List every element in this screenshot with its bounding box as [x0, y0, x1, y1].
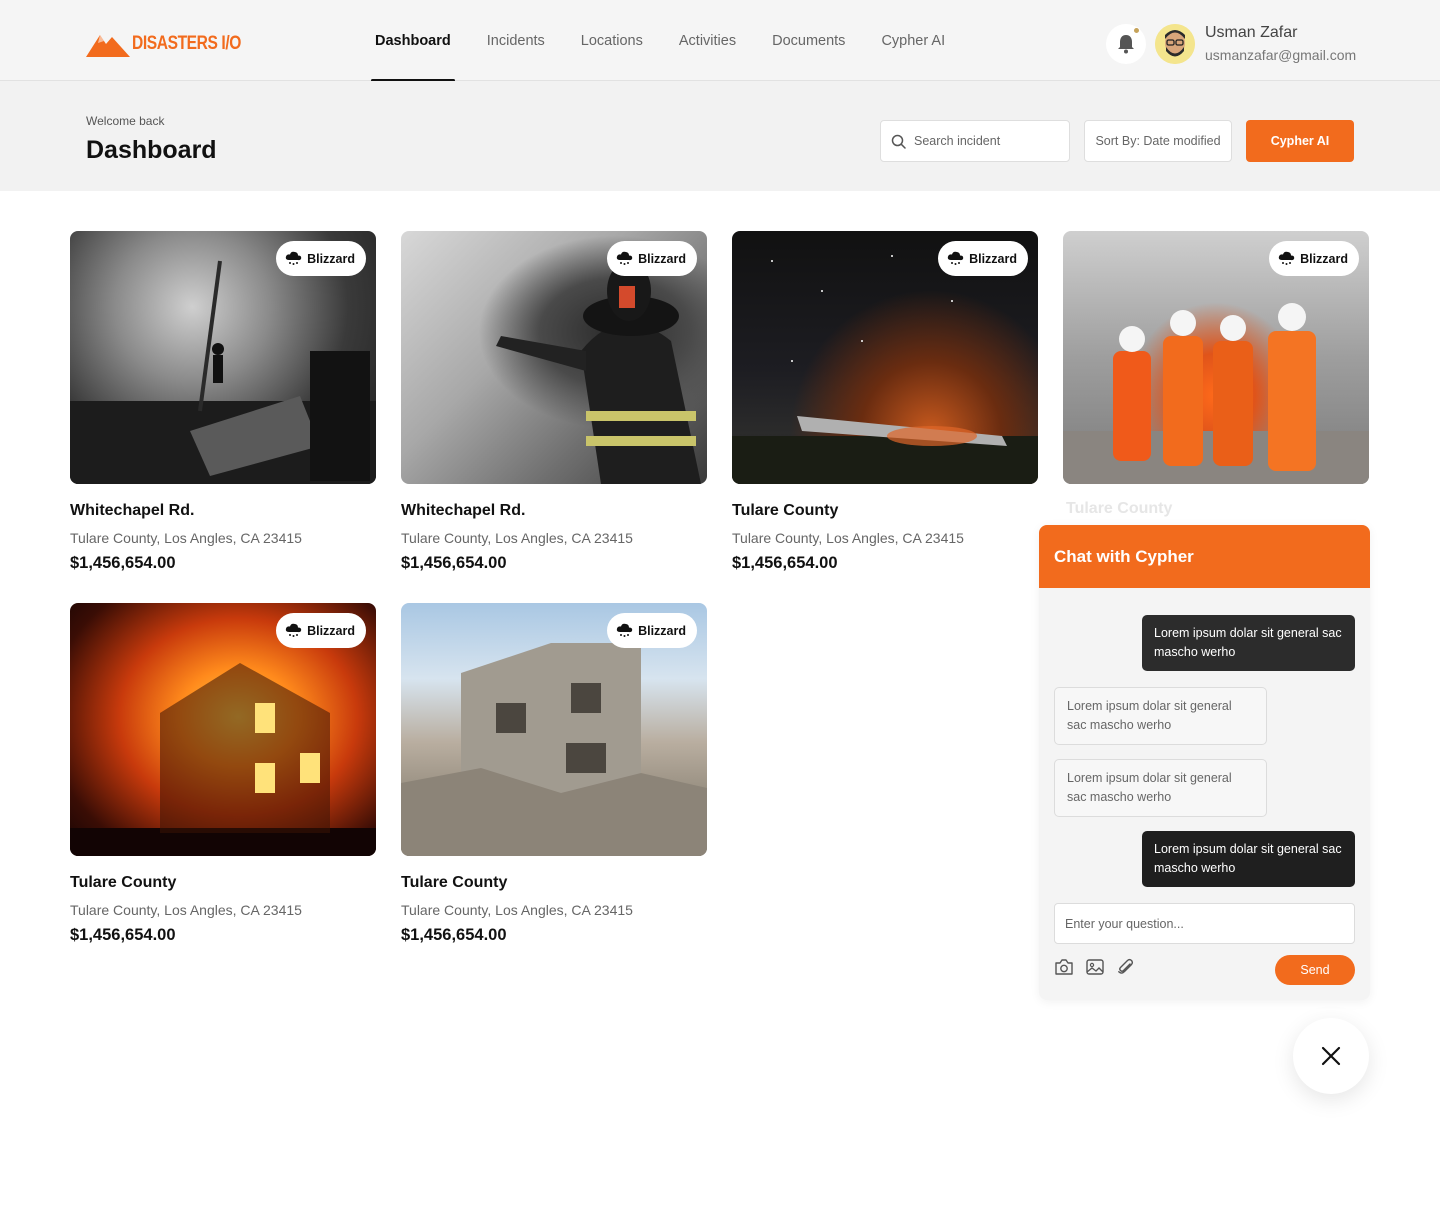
- incident-image-rescue-team: Blizzard: [1063, 231, 1369, 484]
- nav-dashboard[interactable]: Dashboard: [357, 0, 469, 82]
- card-title: Tulare County: [70, 874, 177, 891]
- card-address: Tulare County, Los Angles, CA 23415: [70, 530, 302, 546]
- category-badge: Blizzard: [1269, 241, 1359, 276]
- incident-card[interactable]: Blizzard Whitechapel Rd. Tulare County, …: [401, 231, 707, 573]
- camera-icon[interactable]: [1054, 958, 1074, 976]
- card-title: Whitechapel Rd.: [401, 502, 526, 519]
- nav-locations[interactable]: Locations: [563, 0, 661, 81]
- incident-image-plane-crash: Blizzard: [732, 231, 1038, 484]
- chat-panel: Chat with Cypher Lorem ipsum dolar sit g…: [1039, 525, 1370, 1000]
- brand-logo[interactable]: DISASTERS I/O: [86, 30, 265, 58]
- top-navigation: DISASTERS I/O Dashboard Incidents Locati…: [0, 0, 1440, 82]
- category-badge: Blizzard: [276, 613, 366, 648]
- chat-title: Chat with Cypher: [1039, 525, 1370, 588]
- user-name: Usman Zafar: [1205, 24, 1298, 41]
- incident-card[interactable]: Blizzard: [1063, 231, 1369, 484]
- search-icon: [891, 134, 906, 149]
- card-price: $1,456,654.00: [732, 554, 838, 572]
- welcome-text: Welcome back: [86, 114, 165, 128]
- main-nav: Dashboard Incidents Locations Activities…: [357, 0, 963, 82]
- close-icon: [1321, 1046, 1341, 1066]
- nav-cypher-ai[interactable]: Cypher AI: [863, 0, 963, 81]
- search-input[interactable]: Search incident: [880, 120, 1070, 162]
- incident-image-firefighter: Blizzard: [401, 231, 707, 484]
- chat-message-bot: Lorem ipsum dolar sit general sac mascho…: [1054, 759, 1267, 817]
- snow-cloud-icon: [285, 251, 302, 265]
- card-title: Whitechapel Rd.: [70, 502, 195, 519]
- badge-label: Blizzard: [969, 251, 1017, 266]
- category-badge: Blizzard: [607, 613, 697, 648]
- badge-label: Blizzard: [638, 623, 686, 638]
- chat-message-bot: Lorem ipsum dolar sit general sac mascho…: [1054, 687, 1267, 745]
- page-title: Dashboard: [86, 136, 217, 164]
- page-header: Welcome back Dashboard Search incident S…: [0, 81, 1440, 191]
- snow-cloud-icon: [285, 623, 302, 637]
- bell-icon: [1118, 35, 1134, 54]
- badge-label: Blizzard: [307, 623, 355, 638]
- close-chat-button[interactable]: [1293, 1018, 1369, 1094]
- chat-message-user: Lorem ipsum dolar sit general sac mascho…: [1142, 615, 1355, 671]
- cypher-ai-button[interactable]: Cypher AI: [1246, 120, 1354, 162]
- snow-cloud-icon: [616, 623, 633, 637]
- brand-name: DISASTERS I/O: [132, 33, 241, 54]
- card-address: Tulare County, Los Angles, CA 23415: [401, 902, 633, 918]
- chat-toolbar: [1054, 958, 1136, 976]
- notification-dot: [1133, 27, 1140, 34]
- send-button[interactable]: Send: [1275, 955, 1355, 985]
- card-price: $1,456,654.00: [70, 554, 176, 572]
- card-title: Tulare County: [732, 502, 839, 519]
- mountain-logo-icon: [86, 35, 130, 57]
- card-address: Tulare County, Los Angles, CA 23415: [401, 530, 633, 546]
- nav-documents[interactable]: Documents: [754, 0, 863, 81]
- badge-label: Blizzard: [638, 251, 686, 266]
- user-email: usmanzafar@gmail.com: [1205, 47, 1357, 63]
- incident-image-house-fire: Blizzard: [70, 603, 376, 856]
- snow-cloud-icon: [947, 251, 964, 265]
- card-price: $1,456,654.00: [401, 554, 507, 572]
- card-address: Tulare County, Los Angles, CA 23415: [70, 902, 302, 918]
- card-price: $1,456,654.00: [401, 926, 507, 944]
- card-title: Tulare County: [1066, 500, 1173, 517]
- badge-label: Blizzard: [1300, 251, 1348, 266]
- chat-message-user: Lorem ipsum dolar sit general sac mascho…: [1142, 831, 1355, 887]
- incident-card[interactable]: Blizzard Tulare County Tulare County, Lo…: [401, 603, 707, 945]
- user-avatar-icon: [1155, 24, 1195, 64]
- notification-button[interactable]: [1106, 24, 1146, 64]
- incident-card[interactable]: Blizzard Tulare County Tulare County, Lo…: [70, 603, 376, 945]
- card-price: $1,456,654.00: [70, 926, 176, 944]
- nav-activities[interactable]: Activities: [661, 0, 754, 81]
- snow-cloud-icon: [616, 251, 633, 265]
- incident-image-collapsed-building: Blizzard: [401, 603, 707, 856]
- image-icon[interactable]: [1085, 958, 1105, 976]
- search-placeholder: Search incident: [914, 134, 1001, 148]
- incident-card[interactable]: Blizzard Whitechapel Rd. Tulare County, …: [70, 231, 376, 573]
- sort-dropdown[interactable]: Sort By: Date modified: [1084, 120, 1232, 162]
- card-address: Tulare County, Los Angles, CA 23415: [732, 530, 964, 546]
- paperclip-icon[interactable]: [1116, 958, 1136, 976]
- nav-incidents[interactable]: Incidents: [469, 0, 563, 81]
- avatar[interactable]: [1155, 24, 1195, 64]
- card-title: Tulare County: [401, 874, 508, 891]
- incident-card[interactable]: Blizzard Tulare County Tulare County, Lo…: [732, 231, 1038, 573]
- category-badge: Blizzard: [276, 241, 366, 276]
- snow-cloud-icon: [1278, 251, 1295, 265]
- chat-question-input[interactable]: Enter your question...: [1054, 903, 1355, 944]
- category-badge: Blizzard: [938, 241, 1028, 276]
- category-badge: Blizzard: [607, 241, 697, 276]
- incident-image-smoke-ruins: Blizzard: [70, 231, 376, 484]
- badge-label: Blizzard: [307, 251, 355, 266]
